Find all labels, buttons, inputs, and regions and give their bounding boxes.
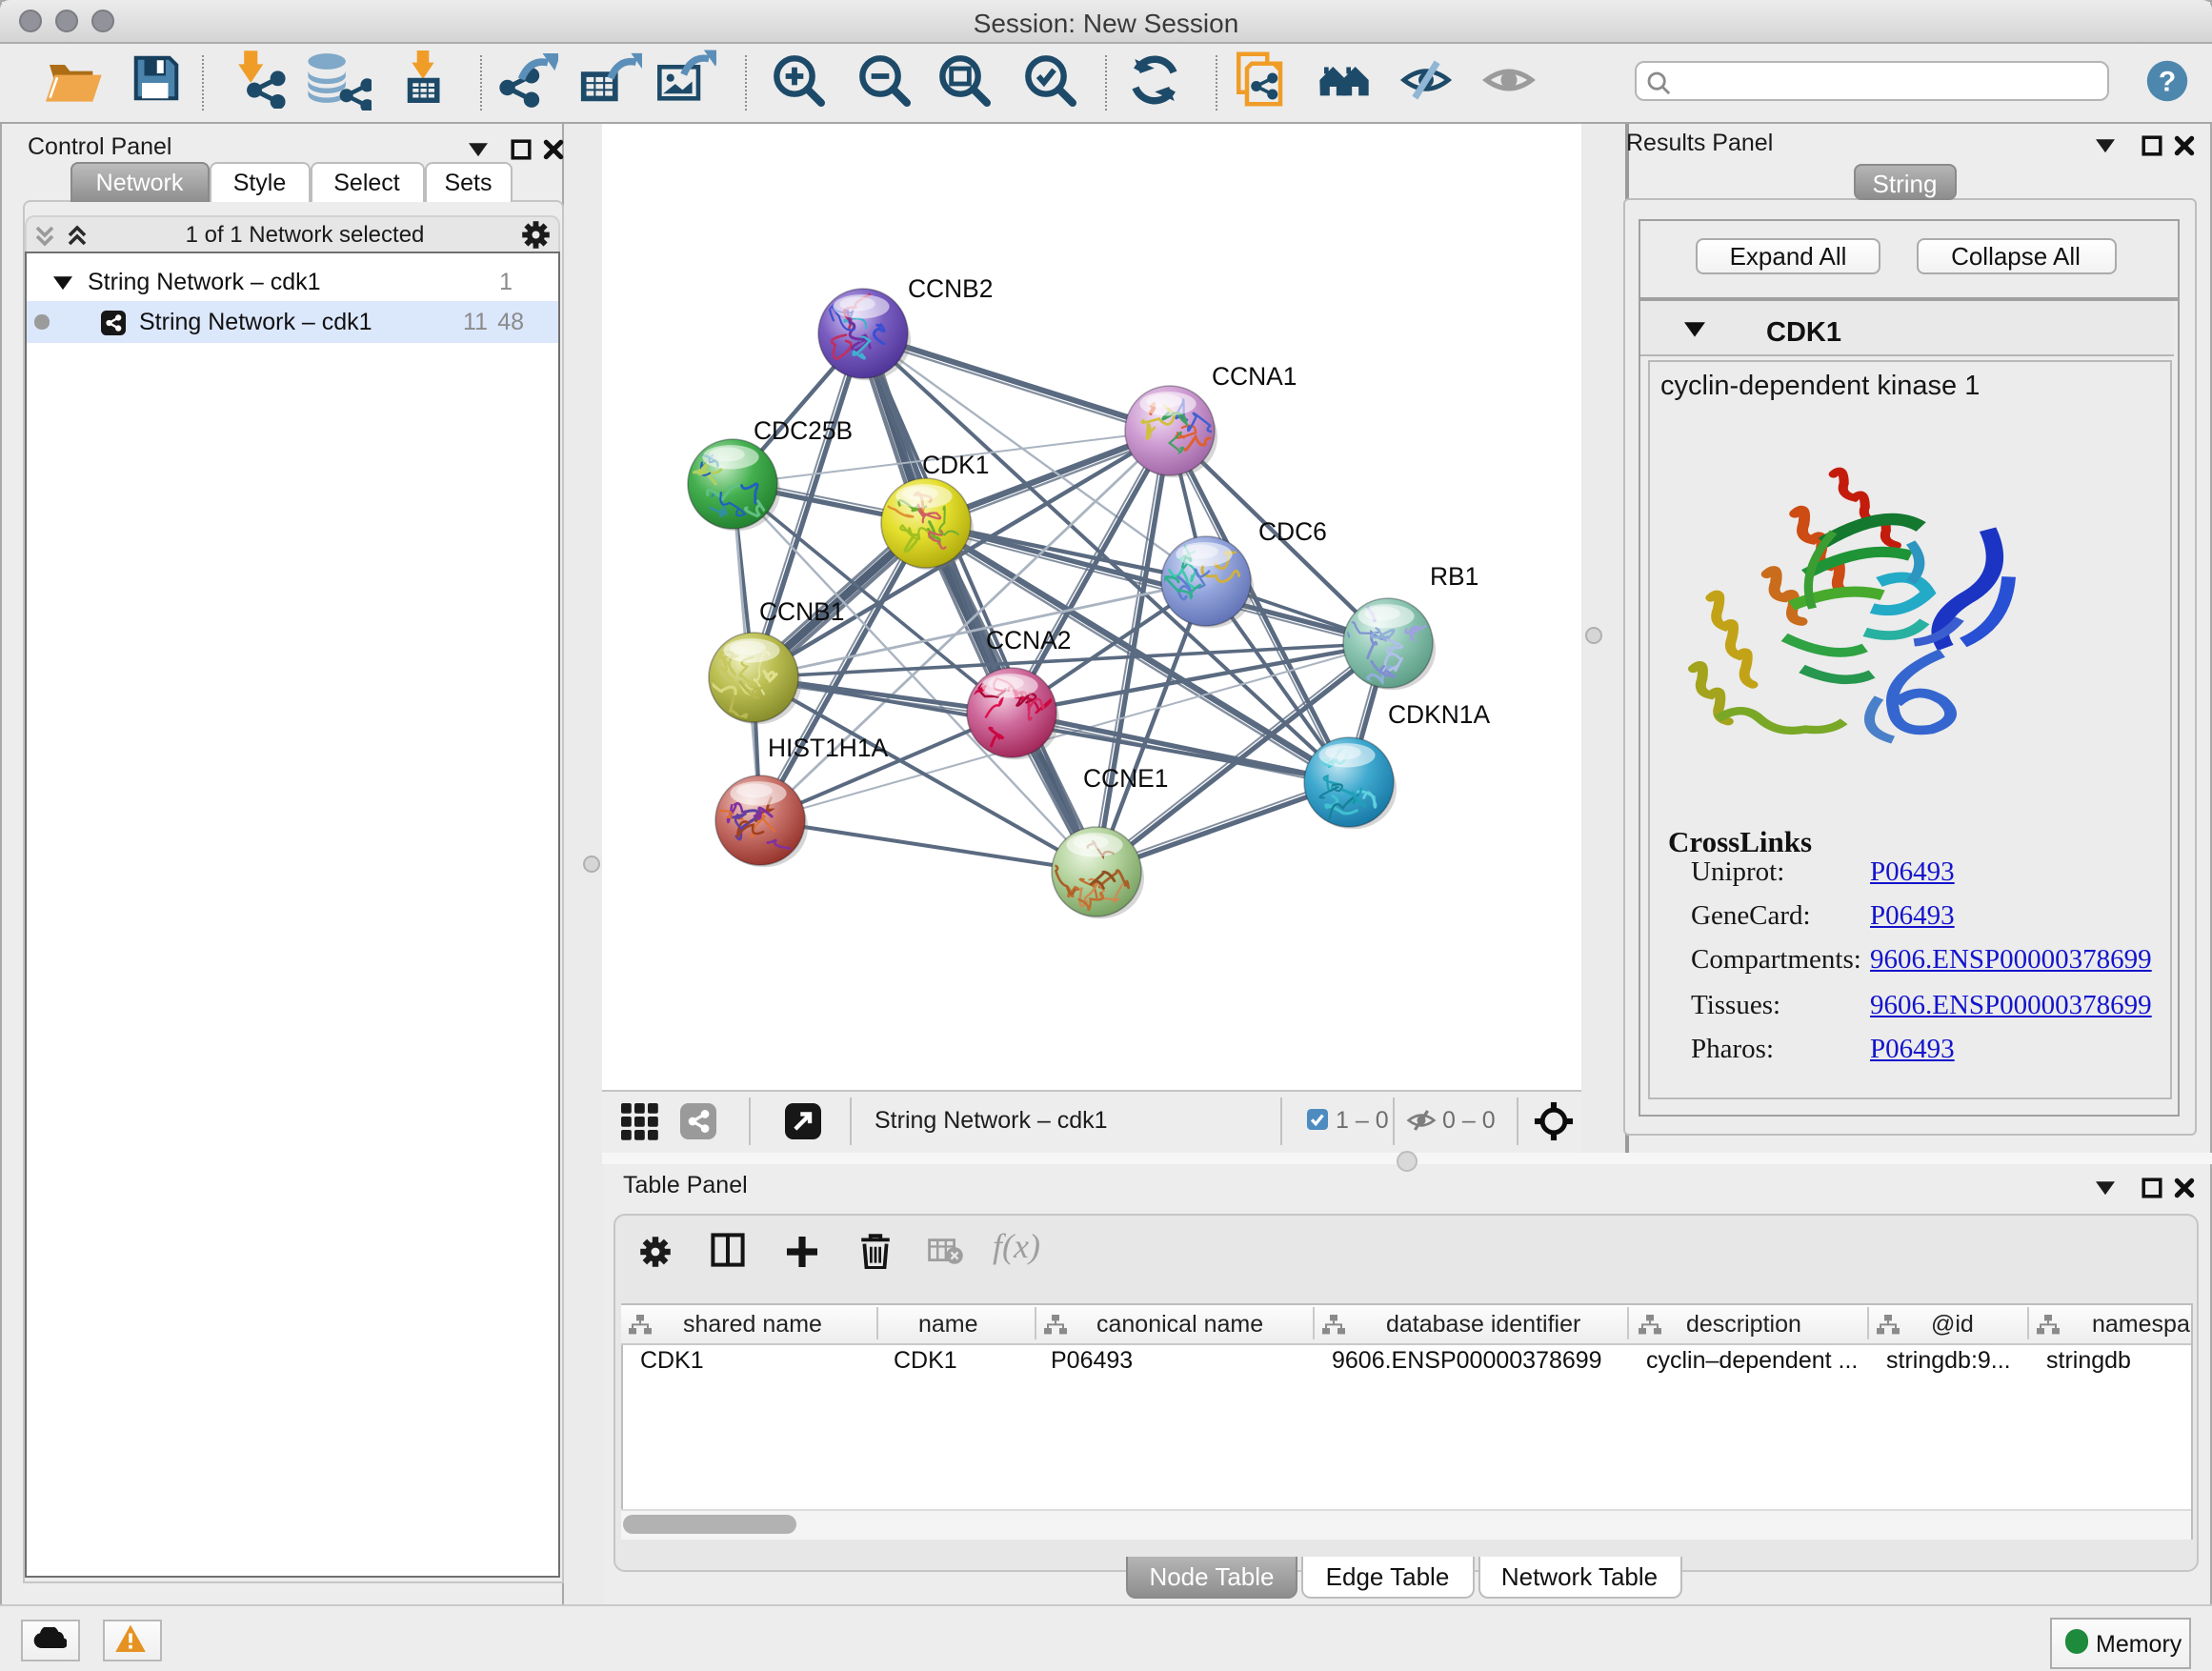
svg-text:CCNB2: CCNB2 xyxy=(907,274,992,303)
svg-text:CDC25B: CDC25B xyxy=(753,416,852,445)
svg-text:?: ? xyxy=(2158,66,2175,97)
svg-text:CCNA2: CCNA2 xyxy=(985,626,1070,654)
svg-text:RB1: RB1 xyxy=(1429,562,1478,591)
svg-text:HIST1H1A: HIST1H1A xyxy=(767,734,888,762)
svg-text:CDC6: CDC6 xyxy=(1257,517,1326,546)
svg-text:CDK1: CDK1 xyxy=(921,451,988,479)
svg-text:CCNE1: CCNE1 xyxy=(1082,764,1167,793)
svg-text:CCNA1: CCNA1 xyxy=(1211,362,1296,391)
svg-text:CCNB1: CCNB1 xyxy=(758,597,843,626)
svg-text:CDKN1A: CDKN1A xyxy=(1387,700,1489,729)
